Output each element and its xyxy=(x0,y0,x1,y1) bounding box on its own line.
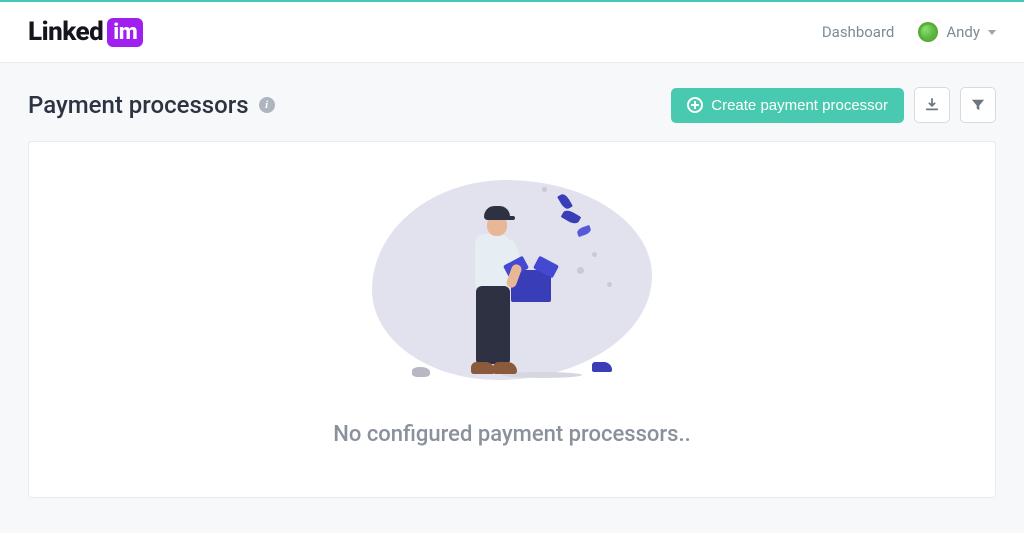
page-actions: Create payment processor xyxy=(671,87,996,123)
content-area: Payment processors i Create payment proc… xyxy=(0,63,1024,522)
page-title: Payment processors xyxy=(28,91,249,119)
create-button-label: Create payment processor xyxy=(711,97,888,114)
page-header: Payment processors i Create payment proc… xyxy=(28,87,996,123)
brand-badge: im xyxy=(107,18,143,47)
info-icon[interactable]: i xyxy=(259,97,275,113)
user-name: Andy xyxy=(946,23,980,41)
nav-link-dashboard[interactable]: Dashboard xyxy=(822,23,895,41)
brand-text: Linked xyxy=(28,17,103,47)
filter-icon xyxy=(971,98,985,112)
nav-right: Dashboard Andy xyxy=(822,22,996,42)
avatar xyxy=(918,22,938,42)
filter-button[interactable] xyxy=(960,87,996,123)
empty-state-illustration xyxy=(362,172,662,402)
user-menu[interactable]: Andy xyxy=(918,22,996,42)
plus-circle-icon xyxy=(687,97,703,113)
download-icon xyxy=(925,98,939,112)
chevron-down-icon xyxy=(988,30,996,35)
navbar: Linkedim Dashboard Andy xyxy=(0,2,1024,63)
download-button[interactable] xyxy=(914,87,950,123)
brand-logo[interactable]: Linkedim xyxy=(28,17,143,47)
page-title-wrap: Payment processors i xyxy=(28,91,275,119)
empty-state-message: No configured payment processors.. xyxy=(333,422,690,447)
create-payment-processor-button[interactable]: Create payment processor xyxy=(671,88,904,123)
empty-state-card: No configured payment processors.. xyxy=(28,141,996,498)
